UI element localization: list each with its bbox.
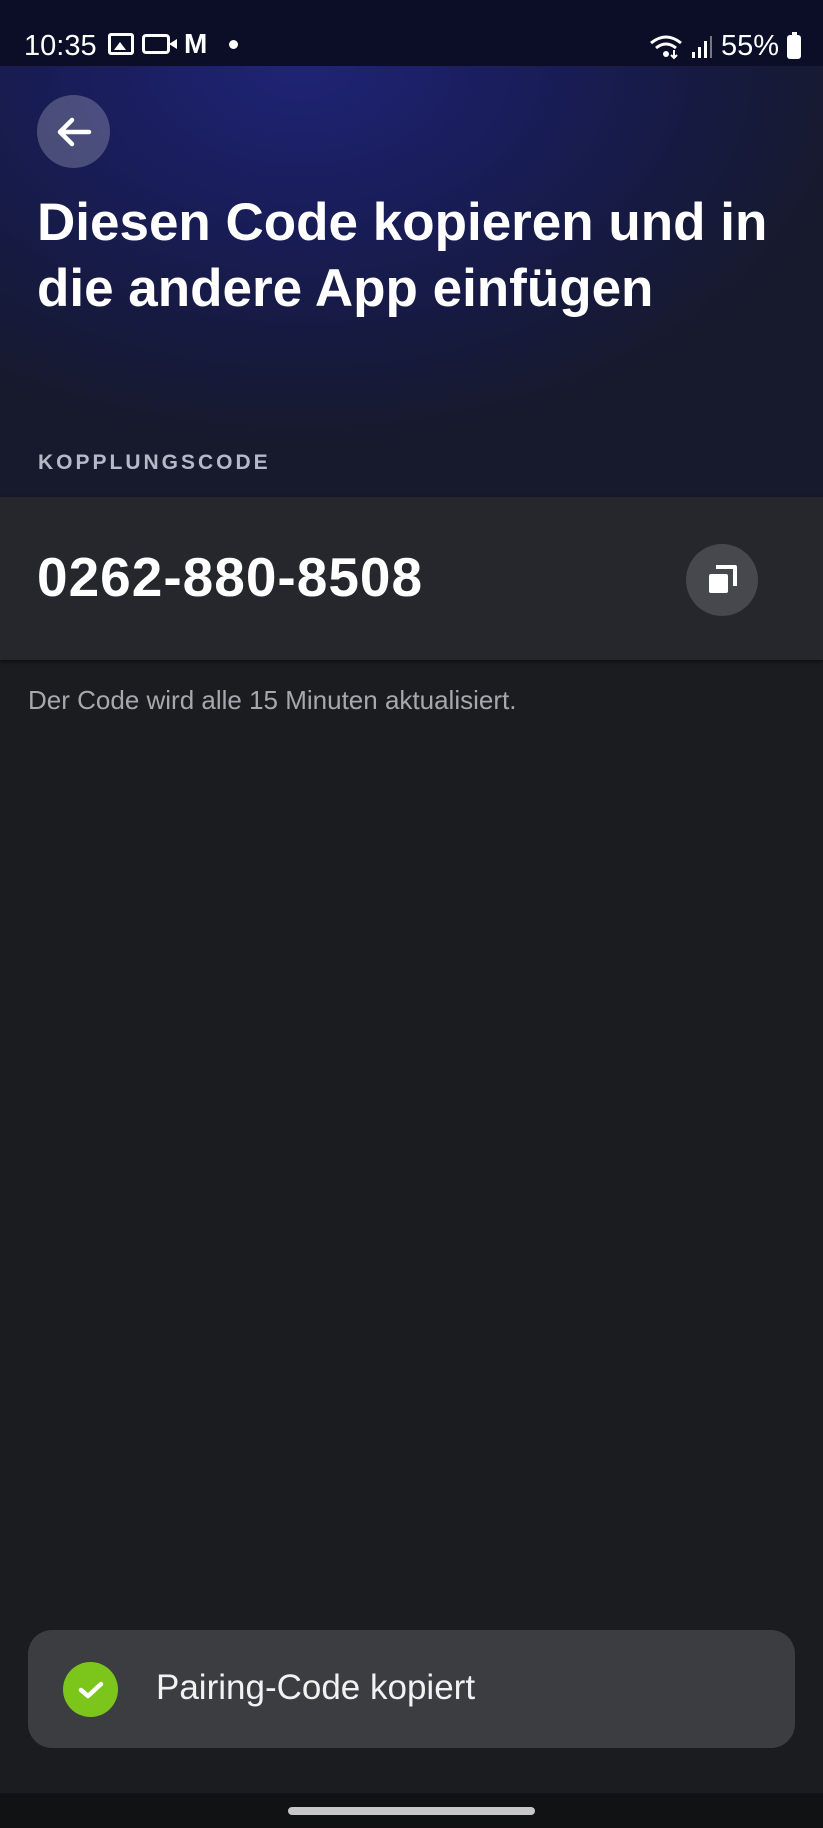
gallery-icon	[108, 33, 134, 55]
toast-notification: Pairing-Code kopiert	[28, 1630, 795, 1748]
copy-icon	[709, 565, 737, 593]
system-icons: 55%	[649, 30, 801, 63]
refresh-hint: Der Code wird alle 15 Minuten aktualisie…	[28, 685, 517, 715]
notification-icons: M	[108, 28, 239, 59]
home-indicator[interactable]	[288, 1807, 535, 1815]
pairing-code-card: 0262-880-8508	[0, 497, 823, 660]
video-icon	[142, 34, 177, 54]
copy-button[interactable]	[686, 544, 758, 616]
battery-icon	[787, 31, 801, 59]
section-label-pairing-code: KOPPLUNGSCODE	[38, 451, 271, 474]
toast-message: Pairing-Code kopiert	[156, 1668, 476, 1707]
status-bar: 10:35 M 55%	[0, 0, 823, 66]
page-title: Diesen Code kopieren und in die andere A…	[37, 193, 768, 318]
back-button[interactable]	[37, 95, 110, 168]
notification-dot-icon	[229, 39, 239, 49]
wifi-icon	[650, 35, 682, 59]
signal-icon	[691, 35, 712, 58]
status-time: 10:35	[24, 30, 97, 62]
check-circle-icon	[63, 1662, 118, 1717]
arrow-left-icon	[57, 117, 91, 146]
gmail-icon: M	[184, 28, 208, 59]
navigation-bar	[0, 1793, 823, 1828]
battery-percentage: 55%	[720, 30, 779, 62]
pairing-code: 0262-880-8508	[37, 546, 424, 608]
